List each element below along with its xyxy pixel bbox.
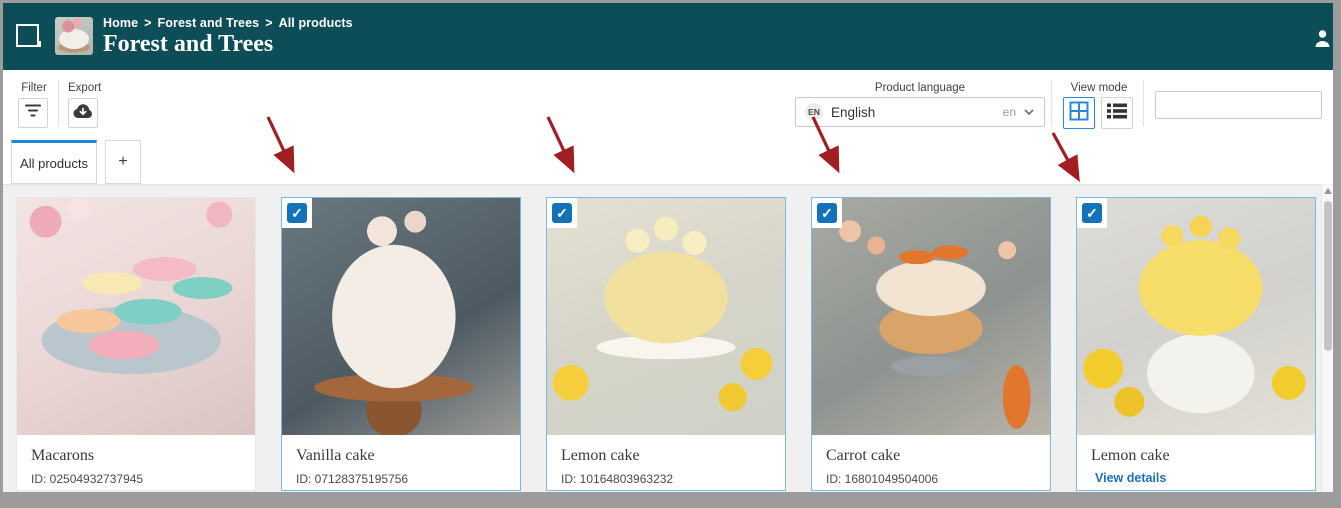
view-mode-group: View mode [1063,82,1135,129]
product-image: ✓ [812,198,1050,435]
breadcrumb-item-all-products[interactable]: All products [279,16,353,30]
checkbox-checked-icon[interactable]: ✓ [287,203,307,223]
language-badge: EN [805,103,823,121]
grid-view-icon [1069,101,1089,126]
toolbar-divider [58,80,59,126]
checkbox-container[interactable]: ✓ [1077,198,1107,228]
product-language-group: Product language EN English en [795,82,1045,127]
product-image [17,198,255,435]
toolbar: Filter Export Product language [3,70,1333,140]
product-card-vanilla-cake[interactable]: ✓ Vanilla cake ID: 07128375195756 [281,197,521,491]
view-mode-label: View mode [1063,82,1135,94]
checkbox-checked-icon[interactable]: ✓ [552,203,572,223]
breadcrumb-separator: > [265,16,272,30]
tab-strip: All products + [3,140,1333,184]
filter-group: Filter [18,82,50,128]
product-card-lemon-cake-2[interactable]: ✓ Lemon cake View details [1076,197,1316,491]
checkbox-checked-icon[interactable]: ✓ [817,203,837,223]
add-tab-button[interactable]: + [105,140,141,184]
breadcrumb-item-catalog[interactable]: Forest and Trees [158,16,260,30]
app-header: Home>Forest and Trees>All products Fores… [3,3,1333,70]
product-image: ✓ [547,198,785,435]
export-group: Export [68,82,100,128]
search-box [1155,91,1322,119]
product-id: ID: 16801049504006 [826,472,1036,486]
app-window: Home>Forest and Trees>All products Fores… [3,3,1333,492]
filter-label: Filter [18,82,50,94]
user-icon[interactable] [1314,29,1331,53]
checkbox-checked-icon[interactable]: ✓ [1082,203,1102,223]
product-image: ✓ [1077,198,1315,435]
page-title: Forest and Trees [103,31,273,58]
checkbox-container[interactable]: ✓ [812,198,842,228]
filter-button[interactable] [18,98,48,128]
language-value: English [831,105,1003,120]
toolbar-divider [1143,80,1144,126]
toolbar-divider [1051,80,1052,126]
select-all-checkbox-icon[interactable] [16,24,39,47]
product-language-label: Product language [795,82,1045,94]
export-button[interactable] [68,98,98,128]
product-name: Lemon cake [561,447,771,465]
scroll-up-arrow-icon[interactable] [1324,188,1332,194]
checkbox-container[interactable]: ✓ [282,198,312,228]
checkbox-container[interactable]: ✓ [547,198,577,228]
product-name: Lemon cake [1091,447,1301,465]
cloud-download-icon [72,103,94,124]
list-view-button[interactable] [1101,97,1133,129]
breadcrumb: Home > Forest and Trees > All products [103,16,353,30]
product-language-select[interactable]: EN English en [795,97,1045,127]
product-name: Vanilla cake [296,447,506,465]
product-name: Carrot cake [826,447,1036,465]
chevron-down-icon [1023,103,1035,121]
language-code: en [1003,105,1016,119]
window-frame: Home>Forest and Trees>All products Fores… [0,0,1341,508]
product-id: ID: 07128375195756 [296,472,506,486]
product-image: ✓ [282,198,520,435]
tab-all-products[interactable]: All products [11,140,97,184]
filter-icon [24,103,42,123]
product-card-macarons[interactable]: Macarons ID: 02504932737945 [16,197,256,491]
breadcrumb-item-home[interactable]: Home [103,16,138,30]
scrollbar-thumb[interactable] [1324,201,1332,351]
product-id: ID: 02504932737945 [31,472,241,486]
breadcrumb-separator: > [144,16,151,30]
vertical-scrollbar[interactable] [1321,184,1333,492]
product-name: Macarons [31,447,241,465]
view-details-link[interactable]: View details [1095,471,1301,485]
export-label: Export [68,82,100,94]
list-view-icon [1107,103,1127,124]
catalog-thumbnail-image [55,17,93,55]
product-grid: Macarons ID: 02504932737945 ✓ Vanilla ca… [3,184,1333,492]
product-id: ID: 10164803963232 [561,472,771,486]
product-card-carrot-cake[interactable]: ✓ Carrot cake ID: 16801049504006 [811,197,1051,491]
product-card-lemon-cake[interactable]: ✓ Lemon cake ID: 10164803963232 [546,197,786,491]
search-input[interactable] [1156,92,1333,118]
grid-view-button[interactable] [1063,97,1095,129]
